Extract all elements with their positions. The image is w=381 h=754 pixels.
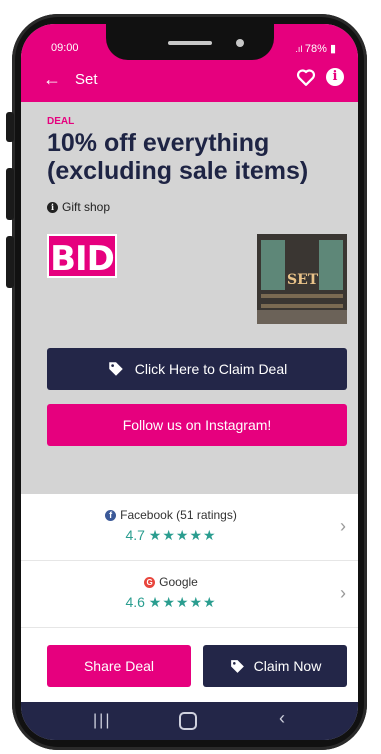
deal-content: DEAL 10% off everything (excluding sale … [21,102,358,502]
share-deal-label: Share Deal [83,658,155,674]
claim-now-label: Claim Now [253,658,322,674]
deal-title: 10% off everything (excluding sale items… [47,129,309,185]
notch [106,24,274,60]
status-time: 09:00 [51,42,79,54]
star-rating: ★★★★★ [148,527,217,543]
photo-window-right [319,240,343,290]
info-small-icon: i [47,201,58,213]
system-nav-bar: ||| ‹ [21,702,358,740]
brand-logo: BID [47,234,117,279]
shop-photo[interactable]: SET [257,234,347,324]
tag-icon [109,362,123,376]
rating-source-label: Facebook (51 ratings) [120,508,237,522]
back-arrow-icon[interactable]: ← [43,70,61,88]
rating-source: f Facebook (51 ratings) [21,508,321,522]
ratings-list: f Facebook (51 ratings) 4.7 ★★★★★ › G Go… [21,494,358,632]
rating-row-facebook[interactable]: f Facebook (51 ratings) 4.7 ★★★★★ › [21,494,358,561]
rating-source-label: Google [159,575,198,589]
status-battery: .ıl 78% ▮ [295,43,336,55]
category-label: Gift shop [62,200,111,214]
tag-icon [230,659,244,673]
recent-apps-icon[interactable]: ||| [93,712,111,730]
share-deal-button[interactable]: Share Deal [47,645,191,687]
photo-shelf [261,304,343,308]
rating-number: 4.7 [125,527,145,543]
rating-value: 4.7 ★★★★★ [21,527,321,544]
photo-floor [257,310,347,324]
star-rating: ★★★★★ [148,594,217,610]
chevron-right-icon: › [340,583,346,603]
photo-shelf [261,294,343,298]
system-back-icon[interactable]: ‹ [279,708,285,729]
deal-label: DEAL [47,116,75,127]
instagram-button[interactable]: Follow us on Instagram! [47,404,347,446]
instagram-label: Follow us on Instagram! [122,417,272,433]
side-button-mute [6,112,14,142]
bottom-action-bar: Share Deal Claim Now [21,632,358,702]
home-icon[interactable] [179,712,197,730]
rating-source: G Google [21,575,321,589]
rating-row-google[interactable]: G Google 4.6 ★★★★★ › [21,561,358,628]
shop-category: i Gift shop [47,200,110,214]
chevron-right-icon: › [340,516,346,536]
photo-sign: SET [287,272,319,288]
nav-title: Set [75,71,98,88]
info-icon[interactable]: i [326,68,344,86]
claim-now-button[interactable]: Claim Now [203,645,347,687]
claim-deal-label: Click Here to Claim Deal [134,361,288,377]
rating-number: 4.6 [125,594,145,610]
google-icon: G [144,576,156,588]
speaker [168,41,212,45]
claim-deal-button[interactable]: Click Here to Claim Deal [47,348,347,390]
heart-icon[interactable] [295,66,317,88]
side-button-volume-down [6,236,14,288]
side-button-volume-up [6,168,14,220]
battery-level: 78% [304,43,327,55]
rating-value: 4.6 ★★★★★ [21,594,321,611]
facebook-icon: f [105,509,117,521]
camera [236,39,244,47]
photo-window-left [261,240,285,290]
screen: 09:00 .ıl 78% ▮ ← Set i DEAL 10% off eve… [21,24,358,740]
